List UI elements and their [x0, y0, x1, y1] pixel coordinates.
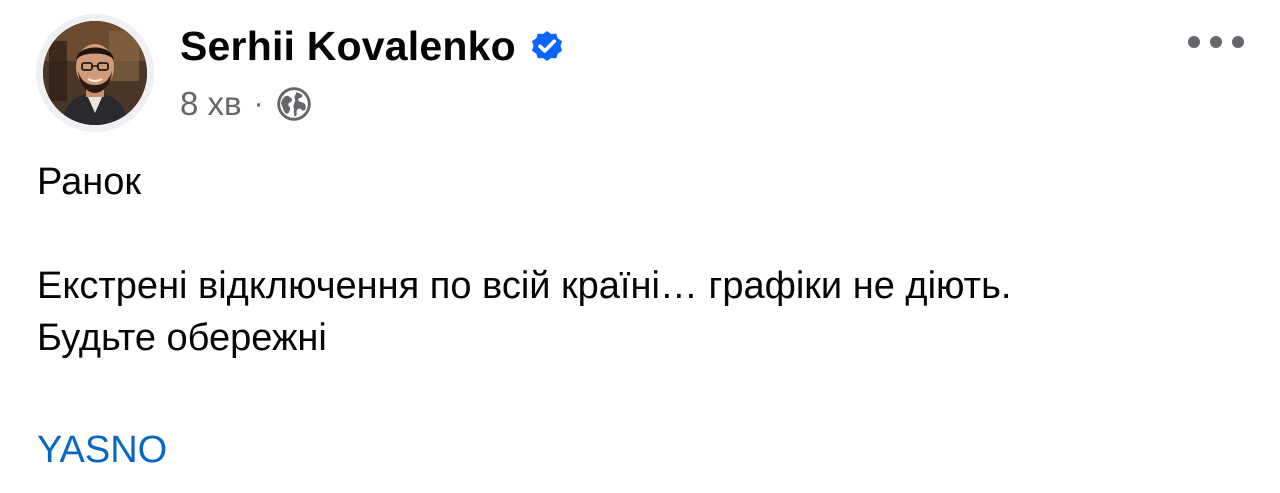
post-meta: 8 хв ·: [180, 80, 566, 128]
post-text-line: Будьте обережні: [37, 317, 327, 359]
author-avatar-button[interactable]: [36, 14, 154, 132]
avatar: [43, 21, 147, 125]
more-options-button[interactable]: [1188, 28, 1244, 56]
author-name-link[interactable]: Serhii Kovalenko: [180, 20, 516, 72]
meta-separator: ·: [253, 87, 264, 120]
verified-badge-icon: [528, 27, 566, 65]
more-options-icon: [1232, 36, 1244, 48]
more-options-icon: [1210, 36, 1222, 48]
avatar-photo-icon: [43, 21, 147, 125]
post-text-line: Екстрені відключення по всій країні… гра…: [37, 265, 1012, 307]
post-text-line: Ранок: [37, 161, 141, 203]
post-timestamp-link[interactable]: 8 хв: [180, 80, 242, 128]
globe-icon[interactable]: [276, 86, 312, 122]
more-options-icon: [1188, 36, 1200, 48]
author-row: Serhii Kovalenko: [180, 20, 566, 72]
post-body: Ранок Екстрені відключення по всій країн…: [37, 156, 1250, 364]
author-block: Serhii Kovalenko 8 хв ·: [180, 20, 566, 128]
yasno-page-link[interactable]: YASNO: [37, 424, 167, 476]
post-header: Serhii Kovalenko 8 хв ·: [36, 14, 1250, 134]
